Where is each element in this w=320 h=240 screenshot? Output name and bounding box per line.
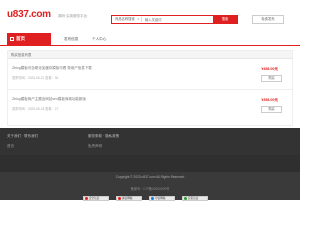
footer-column-title: 服务条款 · 隐私政策 <box>88 134 120 138</box>
shield-icon <box>151 197 154 200</box>
search-bar: 商品名称搜索 ▾ 搜索 <box>111 15 238 24</box>
footer-divider-band <box>0 155 300 172</box>
search-type-label: 商品名称搜索 <box>115 17 135 21</box>
item-title[interactable]: Zblog模板可自助化加缓存模板可看 带用户信息下载 <box>12 66 92 71</box>
search-button[interactable]: 搜索 <box>213 16 237 23</box>
listing-panel: 购买信息列表 Zblog模板可自助化加缓存模板可看 带用户信息下载 发布时间：2… <box>7 50 293 126</box>
badge-label: 实名认证 <box>188 197 199 200</box>
trust-badge[interactable]: 实名认证 <box>182 196 208 201</box>
chevron-down-icon: ▾ <box>137 17 139 21</box>
nav-home[interactable]: 首页 <box>7 33 51 45</box>
search-type-select[interactable]: 商品名称搜索 ▾ <box>113 17 142 22</box>
item-meta: 发布时间：2023-05-18 查看：27 <box>12 107 59 111</box>
buy-button[interactable]: 购买 <box>261 75 282 82</box>
trust-badge[interactable]: 安全认证 <box>83 196 109 201</box>
buy-button[interactable]: 购买 <box>261 106 282 113</box>
shield-icon <box>118 197 121 200</box>
main-nav: 首页 发布信息 个人中心 <box>0 33 300 46</box>
list-item: Zblog模板可自助化加缓存模板可看 带用户信息下载 发布时间：2023-05-… <box>8 60 292 90</box>
item-price: ¥358.00元 <box>261 98 278 102</box>
site-logo[interactable]: u837.com <box>7 9 51 20</box>
nav-tab-user-center[interactable]: 个人中心 <box>92 33 106 45</box>
nav-tab-publish[interactable]: 发布信息 <box>64 33 78 45</box>
badge-label: 可信网站 <box>155 197 166 200</box>
trust-badge[interactable]: 可信网站 <box>149 196 175 201</box>
trust-badges: 安全认证 诚信网站 可信网站 实名认证 <box>83 196 223 201</box>
section-title: 购买信息列表 <box>8 51 292 59</box>
item-price: ¥458.00元 <box>261 67 278 71</box>
shield-icon <box>184 197 187 200</box>
list-item: Zblog模板商户主题含网站seo模板商城功能新版 发布时间：2023-05-1… <box>8 91 292 121</box>
badge-label: 诚信网站 <box>122 197 133 200</box>
site-tagline: 源码·买卖服务平台 <box>58 14 88 18</box>
item-title[interactable]: Zblog模板商户主题含网站seo模板商城功能新版 <box>12 97 86 102</box>
shield-icon <box>85 197 88 200</box>
nav-home-label: 首页 <box>16 36 25 41</box>
footer-icp[interactable]: 备案号：ICP备00000000号 <box>0 186 300 191</box>
menu-icon <box>10 36 14 41</box>
badge-label: 安全认证 <box>89 197 100 200</box>
footer-link[interactable]: 首页 <box>7 144 14 149</box>
item-meta: 发布时间：2023-05-21 查看：32 <box>12 76 59 80</box>
post-button[interactable]: 免费发布 <box>252 15 284 24</box>
trust-badge[interactable]: 诚信网站 <box>116 196 142 201</box>
site-footer: 关于我们 · 联系我们 首页 服务条款 · 隐私政策 免责声明 Copyrigh… <box>0 128 300 200</box>
footer-links: 关于我们 · 联系我们 首页 服务条款 · 隐私政策 免责声明 <box>0 128 300 155</box>
footer-link[interactable]: 免责声明 <box>88 144 102 149</box>
footer-copyright: Copyright © 2023 u837.com All Rights Res… <box>115 175 185 179</box>
footer-column-title: 关于我们 · 联系我们 <box>7 134 39 138</box>
site-header: u837.com 源码·买卖服务平台 商品名称搜索 ▾ 搜索 免费发布 <box>0 0 300 32</box>
search-input[interactable] <box>145 17 215 22</box>
